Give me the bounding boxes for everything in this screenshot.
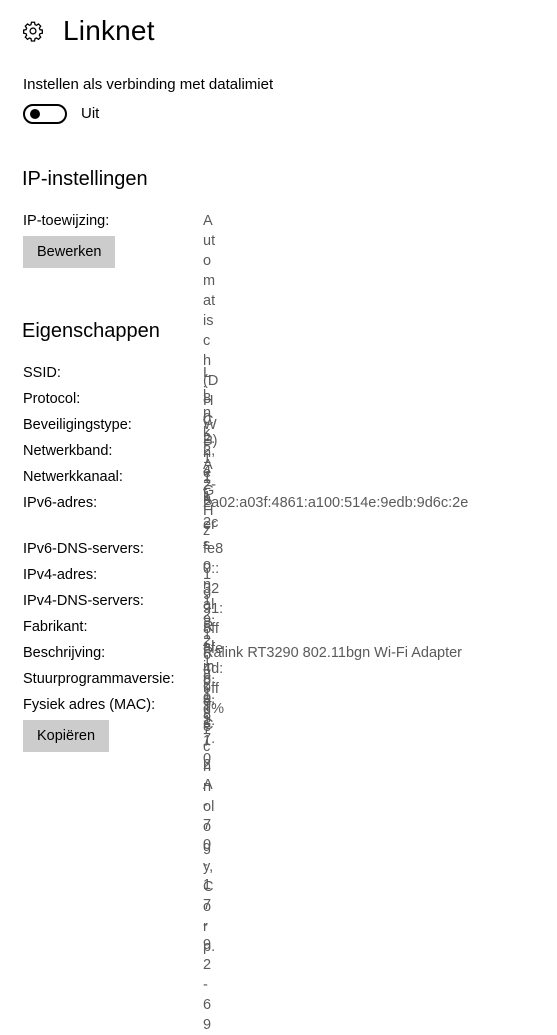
metered-connection-toggle[interactable] [23, 104, 67, 124]
property-value: 9C-2A-70-17-92-69 [203, 697, 214, 1033]
property-label: Beschrijving: [23, 645, 106, 661]
property-label: IPv4-DNS-servers: [23, 593, 144, 609]
property-label: Netwerkband: [23, 443, 113, 459]
property-label: SSID: [23, 365, 61, 381]
property-label: Fabrikant: [23, 619, 88, 635]
toggle-knob [30, 109, 40, 119]
edit-button[interactable]: Bewerken [23, 236, 116, 268]
gear-icon [22, 20, 44, 42]
ip-assignment-label: IP-toewijzing: [23, 213, 110, 229]
page-title: Linknet [63, 15, 155, 46]
metered-connection-label: Instellen als verbinding met datalimiet [23, 76, 274, 93]
toggle-state-label: Uit [81, 105, 100, 122]
ip-settings-heading: IP-instellingen [22, 168, 148, 190]
property-label: Stuurprogrammaversie: [23, 671, 175, 687]
page-header: Linknet [22, 14, 155, 48]
property-label: Fysiek adres (MAC): [23, 697, 156, 713]
property-label: Protocol: [23, 391, 81, 407]
property-label: IPv6-DNS-servers: [23, 541, 144, 557]
copy-button[interactable]: Kopiëren [23, 720, 110, 752]
metered-toggle-row: Uit [23, 104, 99, 124]
property-label: IPv4-adres: [23, 567, 98, 583]
property-label: IPv6-adres: [23, 495, 98, 511]
property-label: Beveiligingstype: [23, 417, 132, 433]
property-value: Ralink RT3290 802.11bgn Wi-Fi Adapter [203, 645, 462, 661]
property-value: 2a02:a03f:4861:a100:514e:9edb:9d6c:2e2c [203, 495, 469, 531]
property-label: Netwerkkanaal: [23, 469, 123, 485]
properties-heading: Eigenschappen [22, 320, 160, 342]
